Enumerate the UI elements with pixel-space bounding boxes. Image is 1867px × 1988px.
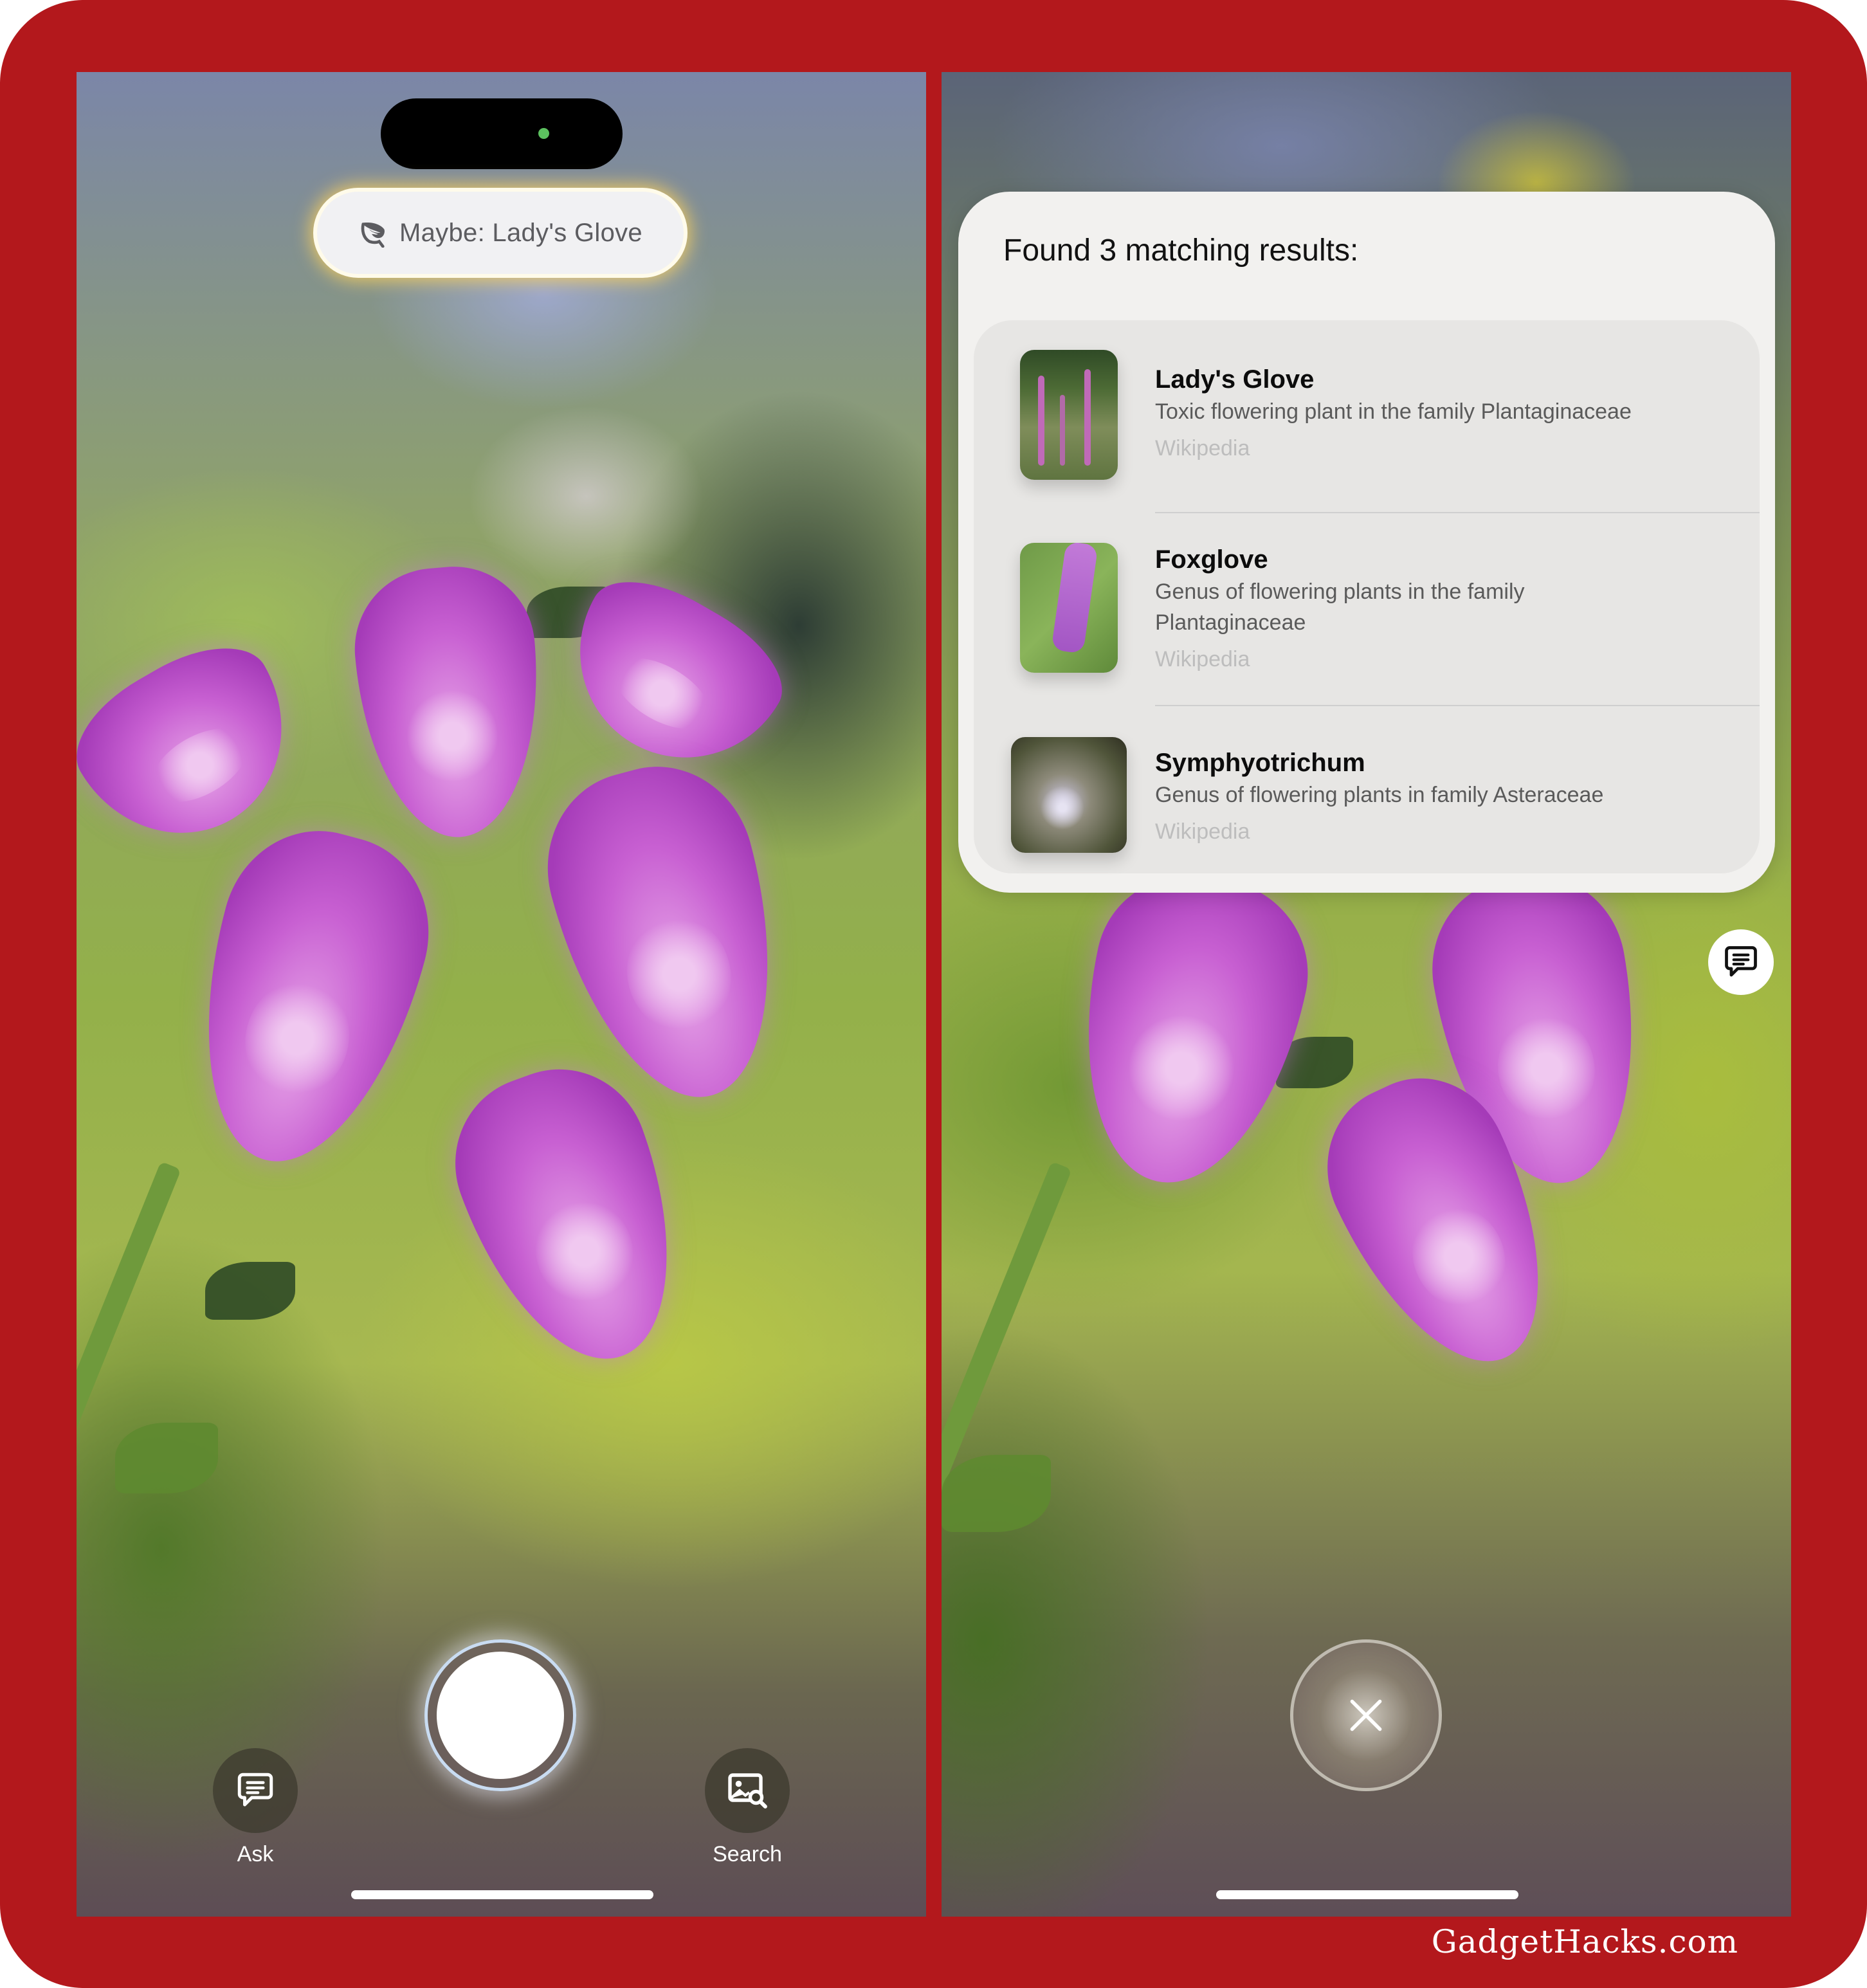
results-list: Lady's Glove Toxic flowering plant in th… (974, 320, 1760, 873)
watermark: GadgetHacks.com (1431, 1923, 1738, 1960)
home-indicator[interactable] (1216, 1890, 1518, 1899)
home-indicator[interactable] (351, 1890, 653, 1899)
foxglove-flower (165, 810, 451, 1187)
ask-label: Ask (237, 1842, 274, 1866)
shutter-icon (437, 1652, 564, 1779)
camera-in-use-indicator (538, 128, 549, 139)
result-source: Wikipedia (1155, 436, 1250, 461)
close-button[interactable] (1290, 1639, 1442, 1791)
close-icon (1350, 1699, 1382, 1731)
result-description: Genus of flowering plants in the family … (1155, 579, 1525, 635)
shutter-button[interactable] (424, 1639, 576, 1791)
left-screen-camera-view: Maybe: Lady's Glove Ask Search (77, 72, 926, 1917)
dynamic-island (381, 98, 623, 169)
result-title: Foxglove (1155, 545, 1268, 574)
result-source: Wikipedia (1155, 819, 1250, 844)
results-title: Found 3 matching results: (1003, 233, 1359, 268)
result-title: Lady's Glove (1155, 365, 1315, 394)
foxglove-flower (77, 621, 323, 873)
aster-thumbnail (1011, 737, 1127, 853)
flower-stem (942, 1161, 1072, 1706)
suggestion-label: Maybe: Lady's Glove (399, 218, 642, 247)
foxglove-closeup-thumbnail (1020, 543, 1118, 673)
results-card: Found 3 matching results: Lady's Glove T… (958, 192, 1775, 893)
chat-button[interactable] (1708, 929, 1774, 995)
image-search-icon (728, 1773, 767, 1809)
leaf (205, 1262, 295, 1320)
result-item[interactable]: Symphyotrichum Genus of flowering plants… (974, 706, 1760, 899)
leaf-icon (361, 222, 385, 248)
suggestion-pill[interactable]: Maybe: Lady's Glove (317, 192, 684, 274)
result-description: Toxic flowering plant in the family Plan… (1155, 399, 1632, 424)
result-item[interactable]: Foxglove Genus of flowering plants in th… (974, 513, 1760, 706)
result-source: Wikipedia (1155, 647, 1250, 671)
result-item[interactable]: Lady's Glove Toxic flowering plant in th… (974, 320, 1760, 513)
leaf (942, 1455, 1051, 1532)
foxglove-flower (348, 560, 551, 845)
right-screen-results-view: Found 3 matching results: Lady's Glove T… (942, 72, 1791, 1917)
leaf (115, 1423, 218, 1493)
foxglove-flower (430, 1044, 713, 1389)
result-description: Genus of flowering plants in family Aste… (1155, 783, 1604, 807)
foxglove-field-thumbnail (1020, 350, 1118, 480)
chat-bubble-icon (1725, 946, 1757, 977)
gadgethacks-frame: Maybe: Lady's Glove Ask Search Found 3 m… (0, 0, 1867, 1988)
search-button[interactable] (705, 1748, 790, 1833)
result-title: Symphyotrichum (1155, 749, 1365, 777)
chat-bubble-icon (237, 1773, 273, 1807)
foxglove-flower (1053, 857, 1325, 1204)
ask-button[interactable] (213, 1748, 298, 1833)
foxglove-flower (525, 745, 811, 1122)
search-label: Search (713, 1842, 782, 1866)
